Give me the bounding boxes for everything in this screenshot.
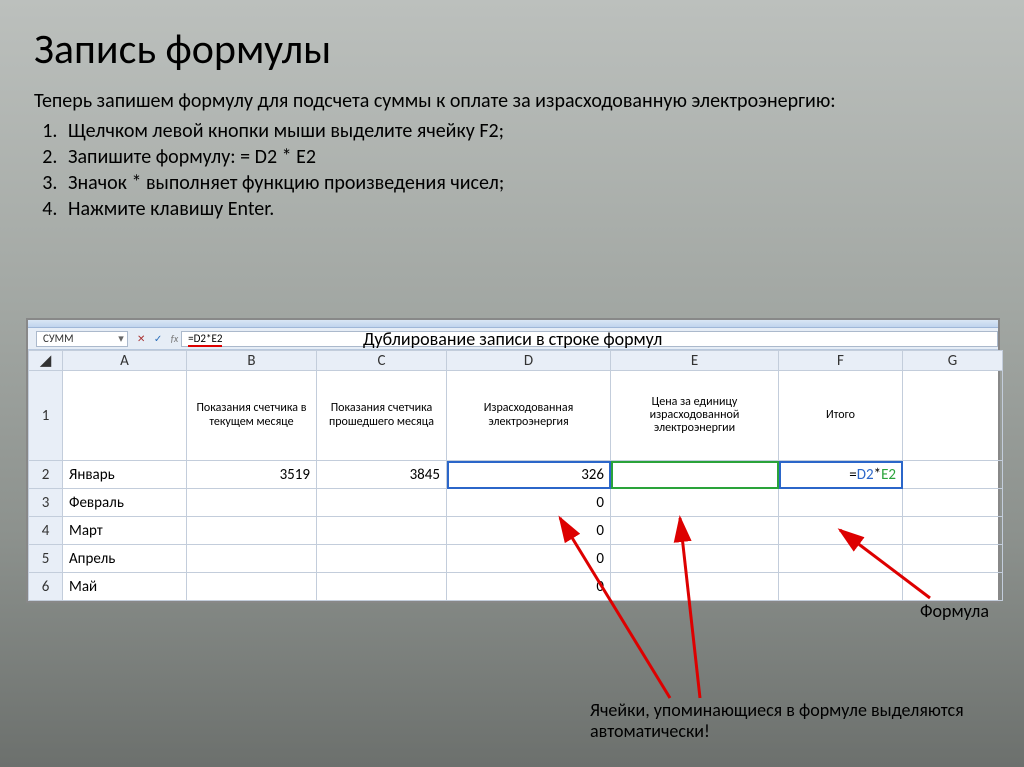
- col-F[interactable]: F: [779, 351, 903, 371]
- cell-A4[interactable]: Март: [63, 517, 187, 545]
- row-3-head[interactable]: 3: [29, 489, 63, 517]
- cell-C2[interactable]: 3845: [317, 461, 447, 489]
- hdr-D[interactable]: Израсходованная электроэнергия: [447, 371, 611, 461]
- col-E[interactable]: E: [611, 351, 779, 371]
- annot-cells: Ячейки, упоминающиеся в формуле выделяют…: [590, 700, 1000, 741]
- cell-A5[interactable]: Апрель: [63, 545, 187, 573]
- cell-E2[interactable]: [611, 461, 779, 489]
- dup-note: Дублирование записи в строке формул: [363, 328, 662, 350]
- row-6-head[interactable]: 6: [29, 573, 63, 601]
- cell-A6[interactable]: Май: [63, 573, 187, 601]
- annot-formula: Формула: [920, 600, 989, 622]
- cell-D3[interactable]: 0: [447, 489, 611, 517]
- row-2-head[interactable]: 2: [29, 461, 63, 489]
- cell-A2[interactable]: Январь: [63, 461, 187, 489]
- col-G[interactable]: G: [903, 351, 1003, 371]
- name-box[interactable]: СУММ ▾: [36, 331, 128, 347]
- cell-G2[interactable]: [903, 461, 1003, 489]
- ribbon-strip: [28, 320, 998, 328]
- row-4-head[interactable]: 4: [29, 517, 63, 545]
- select-all-corner[interactable]: ◢: [29, 351, 63, 371]
- hdr-E[interactable]: Цена за единицу израсходованной электроэ…: [611, 371, 779, 461]
- spreadsheet-grid[interactable]: ◢ A B C D E F G 1 Показания счетчика в т…: [28, 350, 1003, 601]
- hdr-F[interactable]: Итого: [779, 371, 903, 461]
- excel-screenshot: СУММ ▾ ✕ ✓ fx =D2*E2 Дублирование записи…: [26, 318, 1000, 603]
- hdr-C[interactable]: Показания счетчика прошедшего месяца: [317, 371, 447, 461]
- cell-D6[interactable]: 0: [447, 573, 611, 601]
- namebox-dropdown-icon[interactable]: ▾: [115, 332, 127, 346]
- cell-D2[interactable]: 326: [447, 461, 611, 489]
- cell-D5[interactable]: 0: [447, 545, 611, 573]
- step-3: Значок * выполняет функцию произведения …: [62, 170, 990, 196]
- cell-A3[interactable]: Февраль: [63, 489, 187, 517]
- col-D[interactable]: D: [447, 351, 611, 371]
- row-5-head[interactable]: 5: [29, 545, 63, 573]
- col-A[interactable]: A: [63, 351, 187, 371]
- row-1-head[interactable]: 1: [29, 371, 63, 461]
- step-2: Запишите формулу: = D2 * E2: [62, 144, 990, 170]
- fx-icon[interactable]: fx: [171, 332, 178, 345]
- col-B[interactable]: B: [187, 351, 317, 371]
- cell-F2[interactable]: =D2*E2: [779, 461, 903, 489]
- hdr-G[interactable]: [903, 371, 1003, 461]
- hdr-A[interactable]: [63, 371, 187, 461]
- hdr-B[interactable]: Показания счетчика в текущем месяце: [187, 371, 317, 461]
- cancel-icon[interactable]: ✕: [137, 332, 145, 345]
- enter-icon[interactable]: ✓: [154, 332, 162, 345]
- steps-list: Щелчком левой кнопки мыши выделите ячейк…: [62, 118, 990, 222]
- intro-text: Теперь запишем формулу для подсчета сумм…: [34, 89, 990, 114]
- step-4: Нажмите клавишу Enter.: [62, 196, 990, 222]
- step-1: Щелчком левой кнопки мыши выделите ячейк…: [62, 118, 990, 144]
- cell-D4[interactable]: 0: [447, 517, 611, 545]
- col-C[interactable]: C: [317, 351, 447, 371]
- slide-title: Запись формулы: [34, 24, 990, 75]
- cell-B2[interactable]: 3519: [187, 461, 317, 489]
